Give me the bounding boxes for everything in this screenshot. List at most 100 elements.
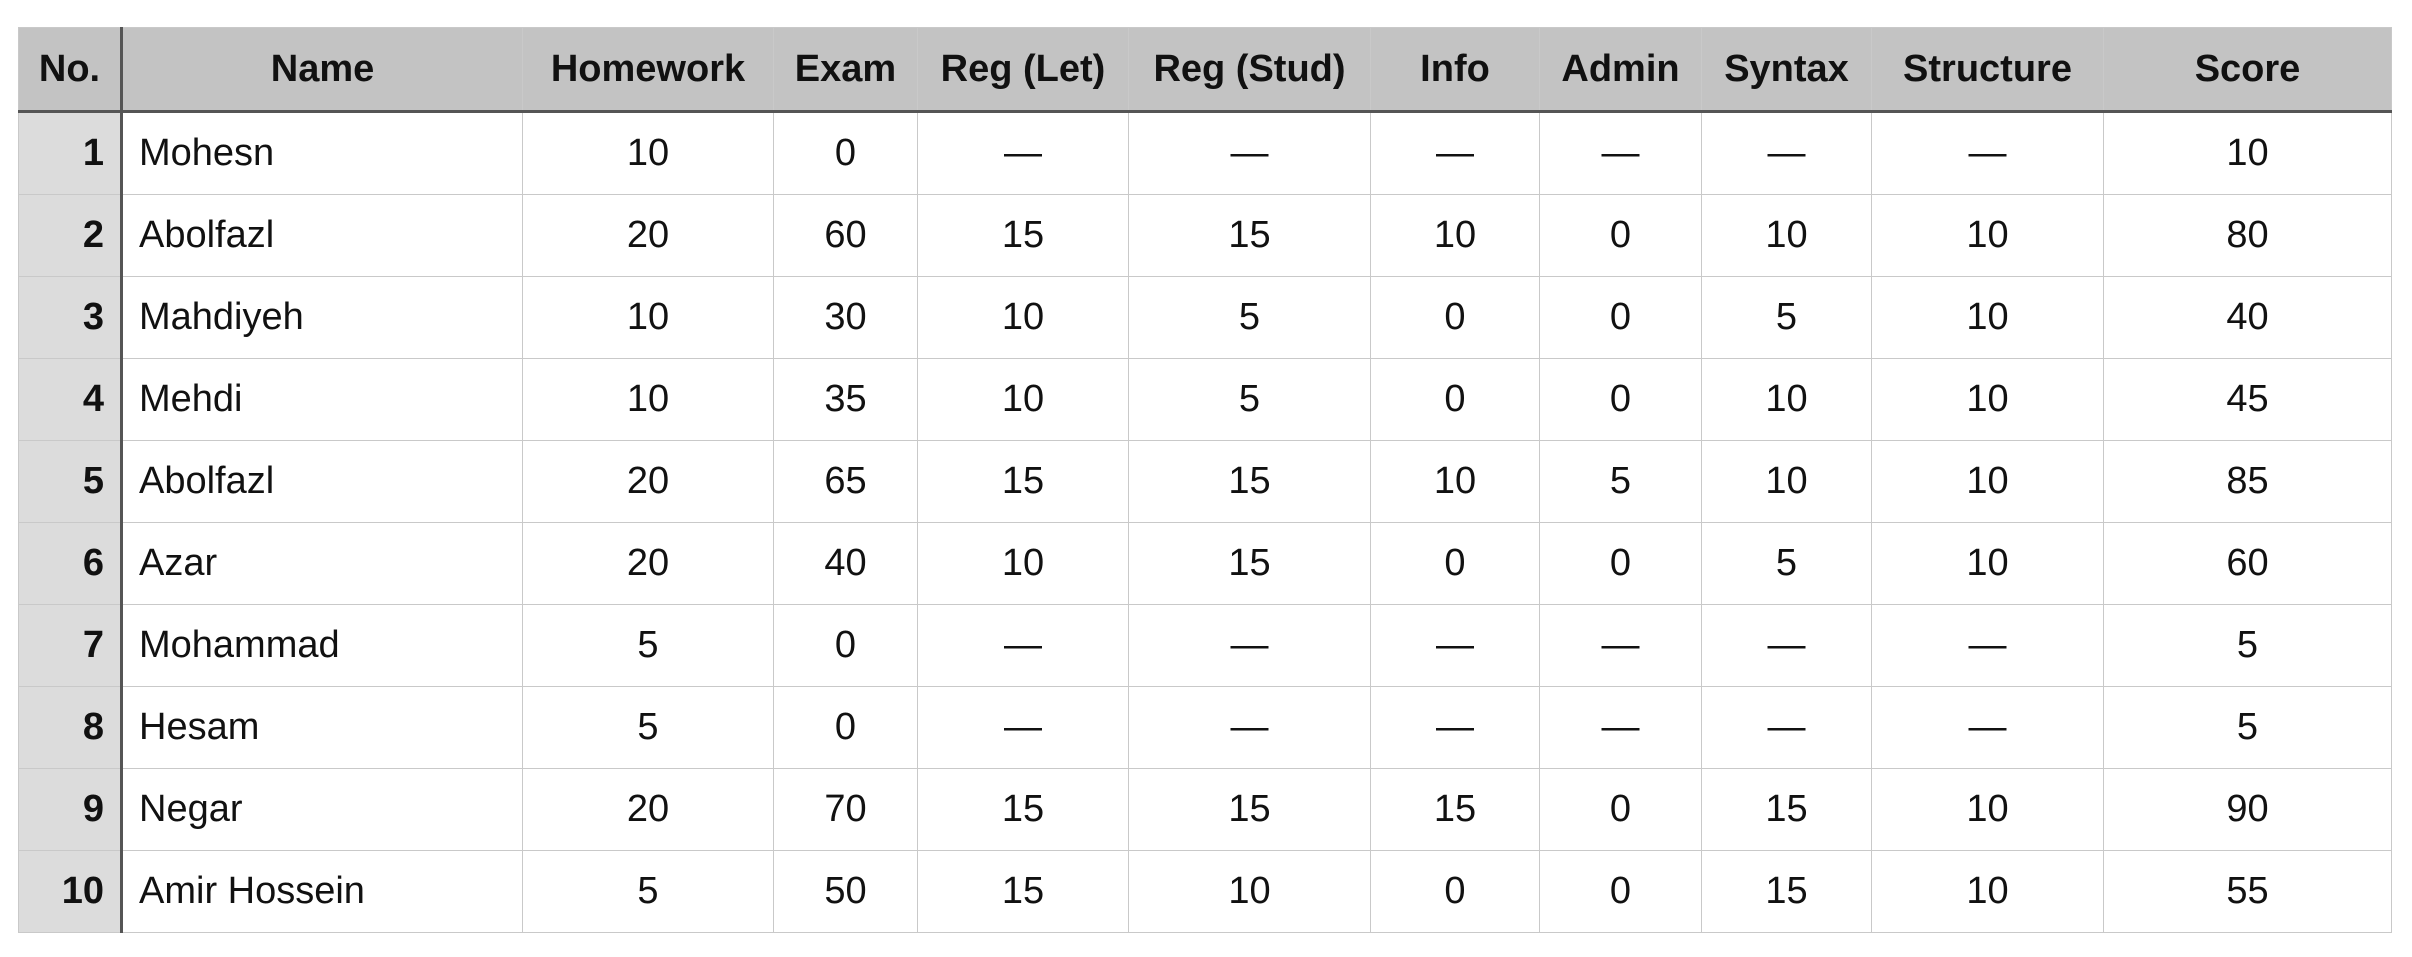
table-cell[interactable]: — [1539,604,1702,687]
table-cell[interactable]: 10 [522,358,774,441]
table-cell[interactable]: — [1871,686,2104,769]
row-number-cell[interactable]: 4 [18,358,123,441]
header-homework[interactable]: Homework [522,27,774,113]
table-cell[interactable]: 55 [2103,850,2392,933]
table-cell[interactable]: 60 [773,194,918,277]
table-cell[interactable]: 5 [1539,440,1702,523]
table-cell[interactable]: 15 [1701,768,1872,851]
header-no[interactable]: No. [18,27,123,113]
table-cell[interactable]: 80 [2103,194,2392,277]
table-cell[interactable]: — [917,111,1129,195]
table-cell[interactable]: — [1128,604,1371,687]
table-cell[interactable]: 10 [1871,768,2104,851]
table-cell[interactable]: 10 [1871,522,2104,605]
header-info[interactable]: Info [1370,27,1540,113]
table-cell[interactable]: 20 [522,768,774,851]
table-cell[interactable]: 5 [2103,686,2392,769]
table-cell[interactable]: — [1701,604,1872,687]
table-cell[interactable]: — [1370,111,1540,195]
table-cell[interactable]: 10 [917,358,1129,441]
table-cell[interactable]: 5 [522,686,774,769]
table-cell[interactable]: 0 [773,686,918,769]
table-cell[interactable]: 10 [917,522,1129,605]
table-cell[interactable]: 0 [1370,850,1540,933]
table-cell[interactable]: 10 [1370,194,1540,277]
table-cell[interactable]: — [917,604,1129,687]
row-number-cell[interactable]: 10 [18,850,123,933]
row-number-cell[interactable]: 5 [18,440,123,523]
table-cell[interactable]: 5 [522,850,774,933]
table-cell[interactable]: 0 [1539,522,1702,605]
table-cell[interactable]: 10 [1128,850,1371,933]
table-cell[interactable]: 10 [1871,850,2104,933]
name-cell[interactable]: Hesam [121,686,523,769]
table-cell[interactable]: 10 [917,276,1129,359]
table-cell[interactable]: 20 [522,440,774,523]
table-cell[interactable]: — [1370,604,1540,687]
table-cell[interactable]: 10 [2103,111,2392,195]
table-cell[interactable]: 0 [1370,276,1540,359]
table-cell[interactable]: 5 [1128,276,1371,359]
table-cell[interactable]: 20 [522,194,774,277]
table-cell[interactable]: 10 [522,276,774,359]
row-number-cell[interactable]: 6 [18,522,123,605]
table-cell[interactable]: 0 [1539,358,1702,441]
table-cell[interactable]: 5 [1701,522,1872,605]
name-cell[interactable]: Abolfazl [121,440,523,523]
table-cell[interactable]: — [1370,686,1540,769]
name-cell[interactable]: Azar [121,522,523,605]
table-cell[interactable]: — [1539,686,1702,769]
table-cell[interactable]: 0 [1539,194,1702,277]
table-cell[interactable]: 15 [1128,440,1371,523]
table-cell[interactable]: 15 [917,194,1129,277]
table-cell[interactable]: 0 [1370,358,1540,441]
name-cell[interactable]: Mohammad [121,604,523,687]
table-cell[interactable]: 10 [1370,440,1540,523]
name-cell[interactable]: Mahdiyeh [121,276,523,359]
table-cell[interactable]: 0 [1539,768,1702,851]
table-cell[interactable]: 10 [1871,440,2104,523]
row-number-cell[interactable]: 8 [18,686,123,769]
row-number-cell[interactable]: 3 [18,276,123,359]
table-cell[interactable]: — [1701,111,1872,195]
table-cell[interactable]: 20 [522,522,774,605]
table-cell[interactable]: 10 [1701,194,1872,277]
header-name[interactable]: Name [121,27,523,113]
row-number-cell[interactable]: 9 [18,768,123,851]
row-number-cell[interactable]: 2 [18,194,123,277]
name-cell[interactable]: Amir Hossein [121,850,523,933]
row-number-cell[interactable]: 1 [18,111,123,195]
table-cell[interactable]: 85 [2103,440,2392,523]
name-cell[interactable]: Mehdi [121,358,523,441]
table-cell[interactable]: 90 [2103,768,2392,851]
table-cell[interactable]: 5 [1128,358,1371,441]
table-cell[interactable]: 30 [773,276,918,359]
table-cell[interactable]: 15 [917,768,1129,851]
table-cell[interactable]: 0 [1370,522,1540,605]
name-cell[interactable]: Negar [121,768,523,851]
table-cell[interactable]: 15 [1128,194,1371,277]
table-cell[interactable]: — [917,686,1129,769]
table-cell[interactable]: 15 [917,440,1129,523]
table-cell[interactable]: 0 [1539,850,1702,933]
table-cell[interactable]: 10 [522,111,774,195]
table-cell[interactable]: 15 [1370,768,1540,851]
table-cell[interactable]: 65 [773,440,918,523]
table-cell[interactable]: 70 [773,768,918,851]
table-cell[interactable]: 15 [1128,522,1371,605]
table-cell[interactable]: — [1871,604,2104,687]
table-cell[interactable]: 0 [773,604,918,687]
table-cell[interactable]: 45 [2103,358,2392,441]
name-cell[interactable]: Mohesn [121,111,523,195]
table-cell[interactable]: — [1539,111,1702,195]
table-cell[interactable]: 5 [2103,604,2392,687]
table-cell[interactable]: 0 [773,111,918,195]
table-cell[interactable]: 10 [1871,358,2104,441]
header-admin[interactable]: Admin [1539,27,1702,113]
header-structure[interactable]: Structure [1871,27,2104,113]
table-cell[interactable]: 35 [773,358,918,441]
table-cell[interactable]: 60 [2103,522,2392,605]
table-cell[interactable]: — [1128,686,1371,769]
table-cell[interactable]: 15 [917,850,1129,933]
table-cell[interactable]: 50 [773,850,918,933]
